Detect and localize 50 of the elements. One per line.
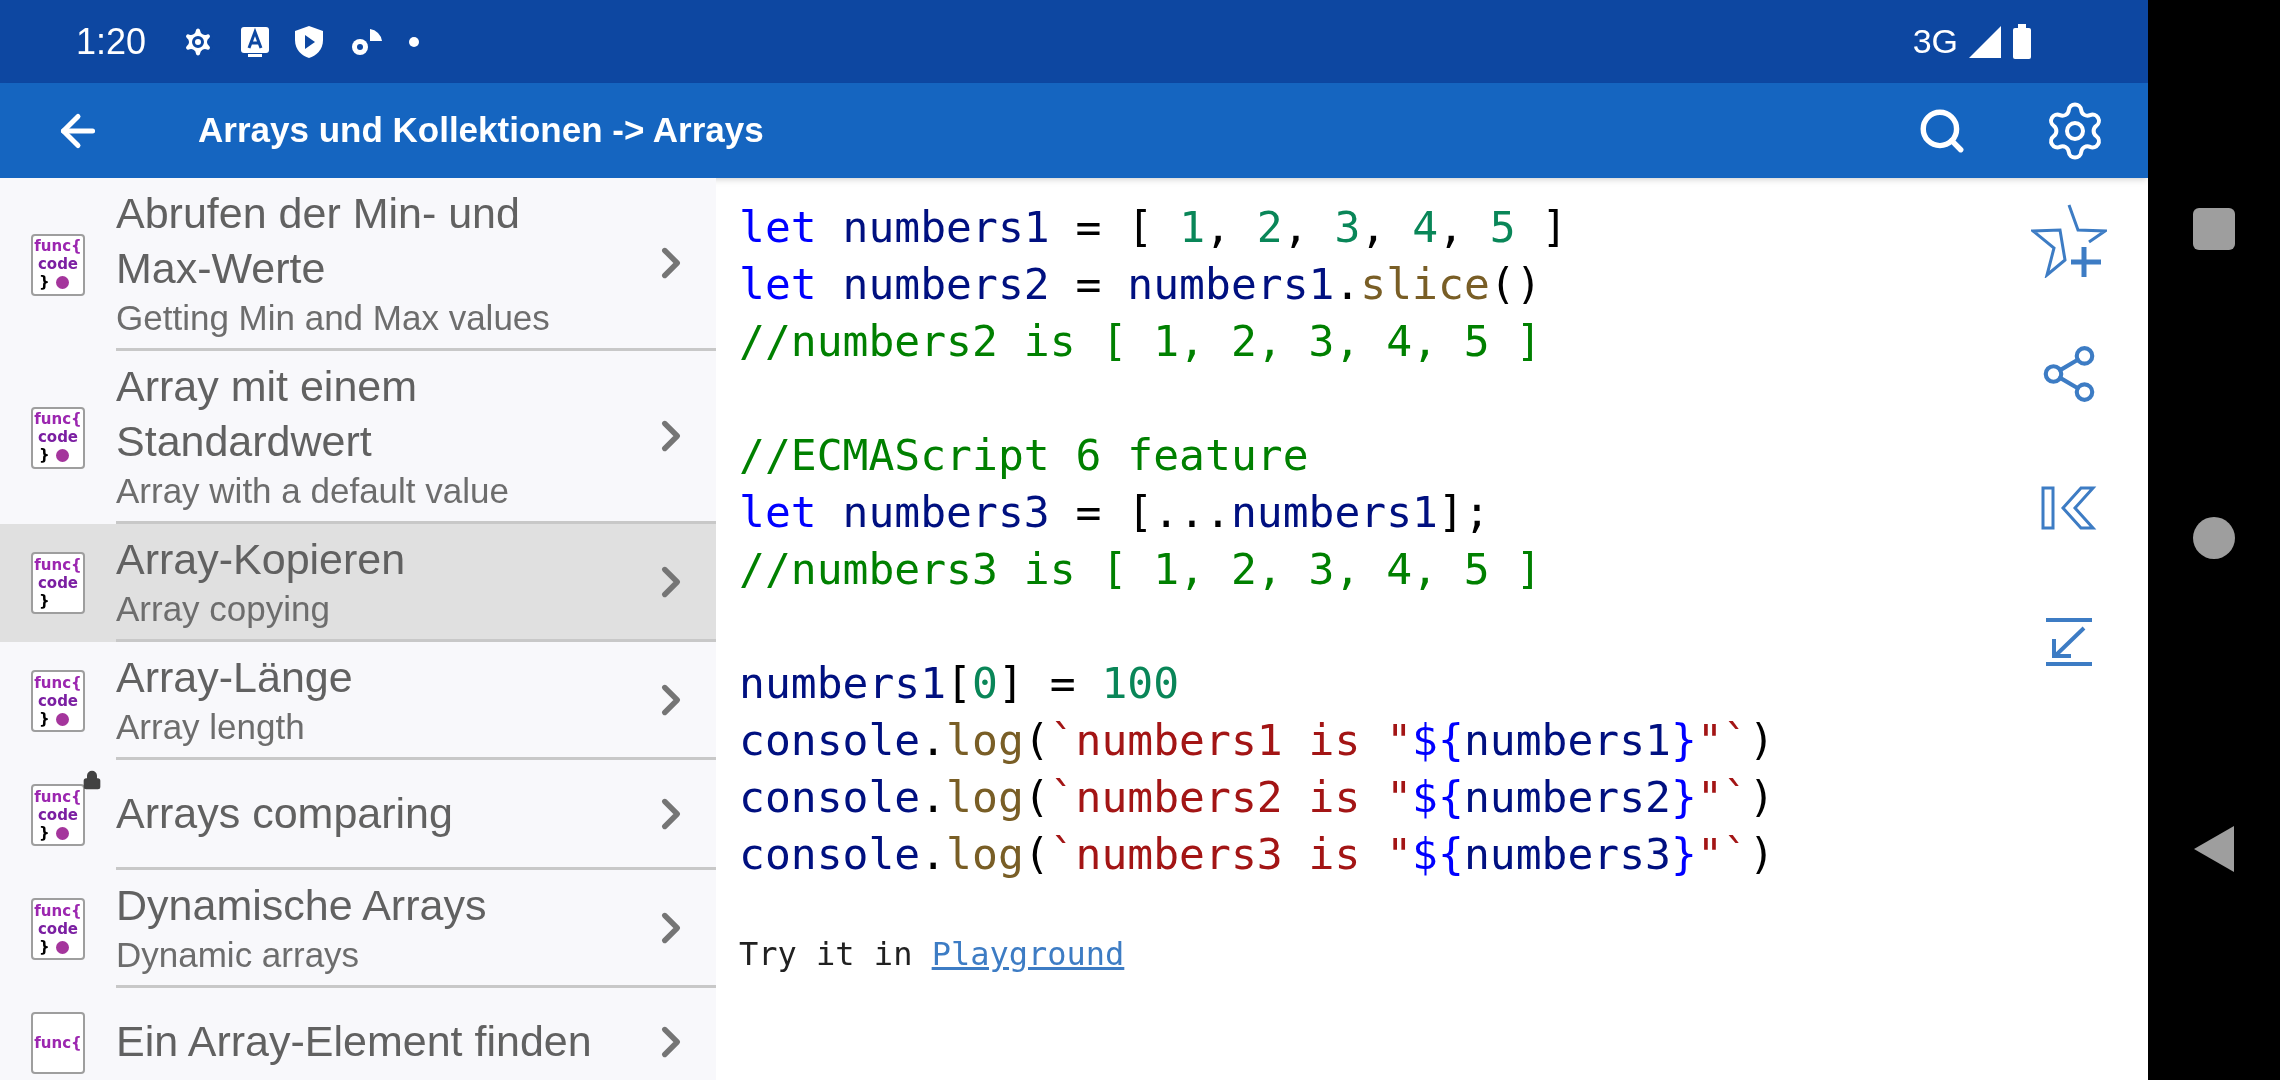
code-line: let numbers1 = [ 1, 2, 3, 4, 5 ]	[739, 201, 1568, 254]
notification-dot-icon	[408, 35, 421, 48]
topic-title: Array mit einem Standardwert	[116, 361, 419, 467]
shield-play-icon	[294, 24, 325, 59]
topic-list-item[interactable]: func{ code } Dynamische Arrays Dynamic arrays	[0, 870, 716, 988]
code-file-icon: func{	[31, 1012, 85, 1074]
topic-list-item[interactable]: func{ code } Arrays comparing	[0, 760, 716, 870]
topic-list-item[interactable]: func{ code } Array-Länge Array length	[0, 642, 716, 760]
code-file-icon: func{ code }	[31, 898, 85, 960]
code-file-icon: func{ code }	[31, 784, 85, 846]
code-line: console.log(`numbers2 is "${numbers2}"`)	[739, 771, 1775, 824]
back-nav-button[interactable]	[2193, 826, 2235, 872]
topic-title: Abrufen der Min- und Max-Werte	[116, 188, 521, 294]
topic-title: Array-Kopieren	[116, 534, 407, 585]
topic-list-item[interactable]: func{ Ein Array-Element finden	[0, 988, 716, 1080]
code-line: //numbers3 is [ 1, 2, 3, 4, 5 ]	[739, 543, 1542, 596]
battery-icon	[2012, 23, 2032, 60]
code-line: let numbers3 = [...numbers1];	[739, 486, 1490, 539]
code-file-icon: func{ code }	[31, 552, 85, 614]
topic-subtitle: Array copying	[116, 588, 331, 630]
topic-title: Dynamische Arrays	[116, 880, 488, 931]
signal-icon	[1968, 24, 2002, 59]
arrow-down-left-bar-icon	[2044, 617, 2094, 667]
topic-subtitle: Array with a default value	[116, 470, 510, 512]
back-triangle-icon	[2194, 826, 2234, 872]
topic-list-item[interactable]: func{ code } Abrufen der Min- und Max-Werte Getting Min and Max values	[0, 178, 716, 351]
network-type: 3G	[1912, 21, 1958, 62]
code-line: numbers1[0] = 100	[739, 657, 1180, 710]
skip-to-start-icon	[2041, 486, 2097, 530]
status-time: 1:20	[76, 19, 147, 64]
code-line: console.log(`numbers1 is "${numbers1}"`)	[739, 714, 1775, 767]
code-line: console.log(`numbers3 is "${numbers3}"`)	[739, 828, 1775, 881]
code-line: //numbers2 is [ 1, 2, 3, 4, 5 ]	[739, 315, 1542, 368]
try-it-text: Try it in	[739, 934, 914, 975]
code-line: //ECMAScript 6 feature	[739, 429, 1309, 482]
topic-title: Ein Array-Element finden	[116, 1016, 593, 1067]
topic-subtitle: Dynamic arrays	[116, 934, 361, 976]
code-file-icon: func{ code }	[31, 670, 85, 732]
playground-link[interactable]: Playground	[931, 930, 1125, 978]
code-file-icon: func{ code }	[31, 233, 85, 296]
topic-title: Array-Länge	[116, 652, 354, 703]
app-notification-icon	[240, 25, 271, 58]
topic-list-item[interactable]: func{ code } Array-Kopieren Array copying	[0, 524, 716, 642]
code-file-icon: func{ code }	[31, 406, 85, 469]
app-bar-title: Arrays und Kollektionen -> Arrays	[198, 109, 764, 152]
home-button[interactable]	[2193, 517, 2235, 559]
topic-title: Arrays comparing	[116, 788, 454, 839]
code-line: let numbers2 = numbers1.slice()	[739, 258, 1542, 311]
topic-subtitle: Getting Min and Max values	[116, 297, 551, 339]
topic-subtitle: Array length	[116, 706, 306, 748]
